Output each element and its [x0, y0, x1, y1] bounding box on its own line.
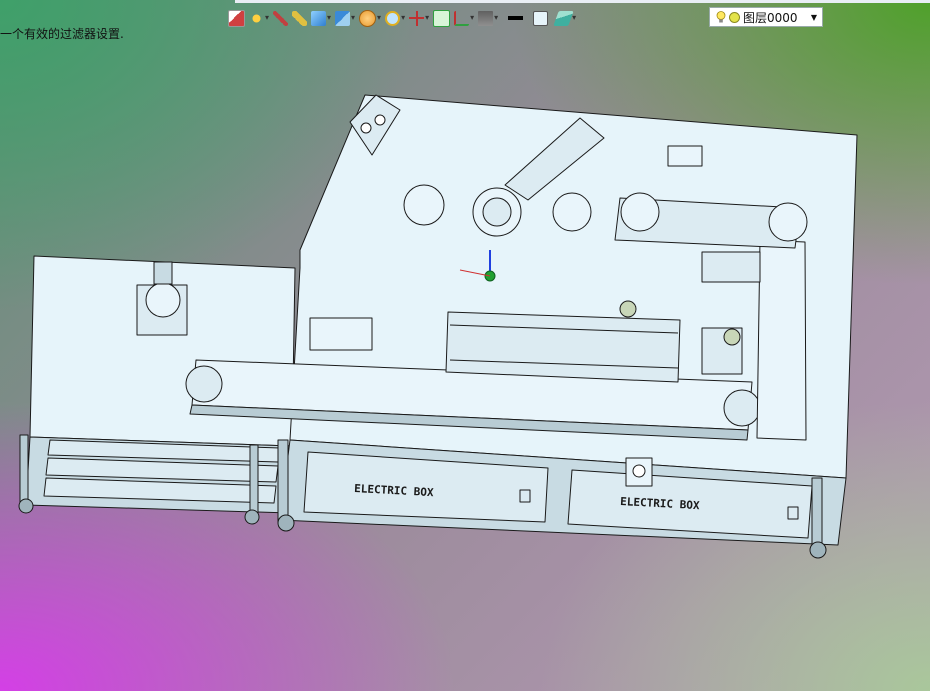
- control-button[interactable]: [360, 122, 372, 134]
- monitor-icon: [478, 10, 494, 26]
- motor-3[interactable]: [620, 192, 660, 232]
- plane-icon: [454, 10, 470, 26]
- render-icon: [359, 9, 377, 27]
- small-plate[interactable]: [667, 145, 703, 167]
- pencil-button[interactable]: [292, 8, 308, 28]
- color-swatch-button[interactable]: [533, 8, 549, 28]
- control-button[interactable]: [374, 114, 386, 126]
- lightbulb-icon: [716, 11, 726, 23]
- side-module[interactable]: [701, 251, 761, 283]
- layer-dropdown[interactable]: 图层0000 ▼: [709, 7, 823, 27]
- left-leg-back: [249, 444, 259, 516]
- monitor-button[interactable]: ▾: [478, 8, 498, 28]
- layer-name: 图层0000: [743, 10, 798, 25]
- chevron-down-icon[interactable]: ▾: [327, 14, 331, 22]
- chevron-down-icon[interactable]: ▾: [425, 14, 429, 22]
- motor-1[interactable]: [403, 184, 445, 226]
- color-swatch-icon: [533, 10, 549, 26]
- chevron-down-icon[interactable]: ▾: [572, 14, 576, 22]
- caster-wheel: [18, 498, 34, 514]
- layers-button[interactable]: ▾: [553, 8, 576, 28]
- conveyor-roller: [723, 389, 761, 427]
- pencil-icon: [292, 10, 308, 26]
- chevron-down-icon[interactable]: ▾: [470, 14, 474, 22]
- line-icon: [508, 10, 524, 26]
- pen-button[interactable]: [273, 8, 289, 28]
- left-leg-front: [19, 434, 29, 508]
- box-view-button[interactable]: ▾: [335, 8, 355, 28]
- chevron-down-icon[interactable]: ▾: [265, 14, 269, 22]
- grid-button[interactable]: [433, 8, 451, 28]
- main-leg: [277, 439, 289, 523]
- conveyor-roller: [185, 365, 223, 403]
- cube-icon: [311, 10, 327, 26]
- grid-icon: [433, 9, 451, 27]
- motor-4[interactable]: [768, 202, 808, 242]
- insert-button[interactable]: [228, 8, 245, 28]
- layers-icon: [553, 10, 574, 26]
- chevron-down-icon[interactable]: ▼: [811, 13, 817, 22]
- cylinder-part[interactable]: [309, 317, 373, 351]
- render-button[interactable]: ▾: [359, 8, 381, 28]
- button-knob[interactable]: [632, 464, 646, 478]
- pen-icon: [273, 10, 289, 26]
- caster-wheel: [277, 514, 295, 532]
- caster-wheel: [809, 541, 827, 559]
- right-vertical-conveyor[interactable]: [756, 239, 807, 441]
- line-style-button[interactable]: [508, 8, 524, 28]
- chevron-down-icon[interactable]: ▾: [351, 14, 355, 22]
- cad-viewport[interactable]: ELECTRIC BOX ELECTRIC BOX: [0, 0, 930, 691]
- plane-button[interactable]: ▾: [454, 8, 474, 28]
- axis-icon: [409, 10, 425, 26]
- main-leg: [811, 477, 823, 549]
- light-icon: [249, 10, 264, 26]
- insert-icon: [228, 9, 245, 27]
- box-view-icon: [335, 10, 351, 26]
- round-sensor: [619, 300, 637, 318]
- linear-rail[interactable]: [445, 311, 681, 383]
- motor-2[interactable]: [552, 192, 592, 232]
- chevron-down-icon[interactable]: ▾: [401, 14, 405, 22]
- left-motor-head: [153, 261, 173, 285]
- cube-button[interactable]: ▾: [311, 8, 331, 28]
- zoom-button[interactable]: ▾: [385, 8, 405, 28]
- light-button[interactable]: ▾: [249, 8, 269, 28]
- status-message: 一个有效的过滤器设置.: [0, 27, 124, 41]
- round-sensor: [723, 328, 741, 346]
- chevron-down-icon[interactable]: ▾: [377, 14, 381, 22]
- left-motor[interactable]: [145, 282, 181, 318]
- layer-color-icon: [729, 11, 740, 23]
- chevron-down-icon[interactable]: ▾: [494, 14, 498, 22]
- caster-wheel: [244, 509, 260, 525]
- center-turntable-inner: [482, 197, 512, 227]
- zoom-icon: [385, 10, 401, 26]
- axis-button[interactable]: ▾: [409, 8, 429, 28]
